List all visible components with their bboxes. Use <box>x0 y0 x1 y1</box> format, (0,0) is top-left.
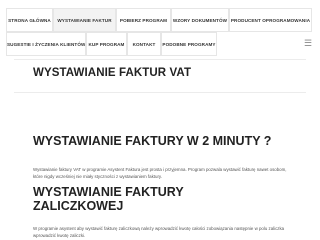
nav-item-producent-oprogramowania[interactable]: PRODUCENT OPROGRAMOWANIA <box>229 8 312 32</box>
section-heading: WYSTAWIANIE FAKTURY W 2 MINUTY ? <box>33 134 272 148</box>
nav-item-kontakt[interactable]: KONTAKT <box>127 32 161 56</box>
nav-divider <box>14 59 306 60</box>
nav-item-pobierz-program[interactable]: POBIERZ PROGRAM <box>116 8 171 32</box>
section-text: W programie asystent aby wystawić faktur… <box>33 226 285 238</box>
nav-item-sugestie[interactable]: SUGESTIE I ŻYCZENIA KLIENTÓW <box>6 32 86 56</box>
nav-row-1: STRONA GŁÓWNA WYSTAWIANIE FAKTUR POBIERZ… <box>6 8 312 32</box>
nav-item-kup-program[interactable]: KUP PROGRAM <box>86 32 127 56</box>
nav-item-wystawianie-faktur[interactable]: WYSTAWIANIE FAKTUR <box>53 8 116 32</box>
title-divider <box>14 92 306 93</box>
section-text: Wystawianie faktury VAT w programie Asys… <box>33 167 287 179</box>
page-title: WYSTAWIANIE FAKTUR VAT <box>33 67 192 79</box>
nav-item-wzory-dokumentow[interactable]: WZORY DOKUMENTÓW <box>171 8 229 32</box>
nav-item-strona-glowna[interactable]: STRONA GŁÓWNA <box>6 8 53 32</box>
nav-item-podobne-programy[interactable]: PODOBNE PROGRAMY <box>161 32 217 56</box>
nav-row-2: SUGESTIE I ŻYCZENIA KLIENTÓW KUP PROGRAM… <box>6 32 312 56</box>
hamburger-icon[interactable]: ☰ <box>302 37 314 49</box>
section-heading: WYSTAWIANIE FAKTURY ZALICZKOWEJ <box>33 185 184 213</box>
